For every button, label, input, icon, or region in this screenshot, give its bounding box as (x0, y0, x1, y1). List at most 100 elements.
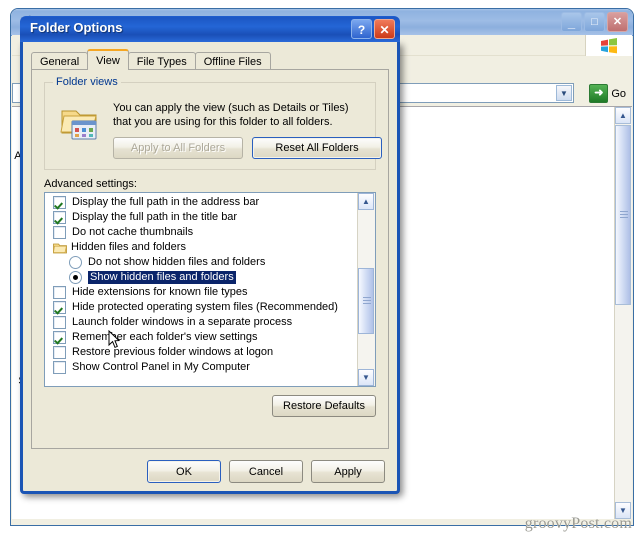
apply-to-all-folders-label: Apply to All Folders (130, 142, 226, 154)
go-arrow-icon: ➜ (589, 84, 609, 103)
close-button[interactable]: ✕ (607, 12, 628, 32)
tab-general[interactable]: General (31, 52, 89, 70)
watermark: groovyPost.com (524, 515, 632, 532)
view-tab-page: Folder views You can apply the view (suc… (31, 69, 389, 449)
folder-options-dialog: Folder Options ? ✕ General View File Typ… (20, 16, 400, 494)
tab-view[interactable]: View (87, 49, 129, 70)
tab-offline-files[interactable]: Offline Files (194, 52, 271, 70)
windows-flag-logo (585, 35, 632, 56)
apply-button[interactable]: Apply (311, 460, 385, 483)
list-item[interactable]: Hide extensions for known file types (45, 285, 357, 300)
cancel-label: Cancel (248, 465, 284, 478)
tab-label: Offline Files (203, 55, 262, 68)
list-item[interactable]: Remember each folder's view settings (45, 330, 357, 345)
list-item-label: Hidden files and folders (71, 241, 186, 253)
list-item[interactable]: Hidden files and folders (45, 240, 357, 255)
advanced-settings-label: Advanced settings: (44, 178, 137, 190)
folder-views-legend: Folder views (53, 76, 121, 88)
scrollbar-thumb[interactable] (615, 125, 631, 305)
list-item-label: Display the full path in the address bar (72, 196, 260, 208)
checkbox-icon[interactable] (53, 301, 66, 314)
go-button[interactable]: ➜ Go (589, 84, 626, 103)
reset-all-folders-label: Reset All Folders (275, 142, 359, 154)
radio-icon[interactable] (69, 256, 82, 269)
dialog-tabs: General View File Types Offline Files (31, 49, 271, 70)
list-item-label: Remember each folder's view settings (72, 331, 258, 343)
tab-label: General (40, 55, 80, 68)
list-item-label: Launch folder windows in a separate proc… (72, 316, 293, 328)
list-item-label: Restore previous folder windows at logon (72, 346, 274, 358)
list-item[interactable]: Display the full path in the title bar (45, 210, 357, 225)
close-icon: ✕ (612, 16, 623, 28)
scroll-up-icon[interactable]: ▲ (358, 193, 374, 210)
question-mark-icon: ? (357, 23, 366, 37)
dialog-help-button[interactable]: ? (351, 19, 372, 39)
scroll-up-icon[interactable]: ▲ (615, 107, 631, 124)
advanced-settings-items: Display the full path in the address bar… (45, 195, 357, 375)
scrollbar-grip-icon (363, 297, 371, 305)
list-item[interactable]: Restore previous folder windows at logon (45, 345, 357, 360)
restore-defaults-button[interactable]: Restore Defaults (272, 395, 376, 417)
maximize-button[interactable]: □ (584, 12, 605, 32)
dialog-titlebar[interactable]: Folder Options ? ✕ (20, 16, 400, 42)
tab-label: File Types (136, 55, 187, 68)
checkbox-icon[interactable] (53, 226, 66, 239)
folder-views-group: Folder views You can apply the view (suc… (44, 76, 382, 170)
checkbox-icon[interactable] (53, 361, 66, 374)
tab-label: View (96, 54, 120, 67)
chevron-down-icon[interactable]: ▼ (556, 85, 572, 101)
list-item[interactable]: Do not cache thumbnails (45, 225, 357, 240)
restore-defaults-label: Restore Defaults (283, 400, 365, 412)
minimize-icon: _ (567, 15, 576, 30)
folder-icon (53, 242, 67, 254)
checkbox-icon[interactable] (53, 316, 66, 329)
folder-view-icon (59, 105, 101, 143)
checkbox-icon[interactable] (53, 211, 66, 224)
checkbox-icon[interactable] (53, 346, 66, 359)
minimize-button[interactable]: _ (561, 12, 582, 32)
dialog-close-button[interactable]: ✕ (374, 19, 395, 39)
advanced-settings-scrollbar[interactable]: ▲ ▼ (357, 193, 375, 386)
list-item-label: Show Control Panel in My Computer (72, 361, 250, 373)
folder-views-description: You can apply the view (such as Details … (113, 102, 349, 128)
scrollbar-thumb[interactable] (358, 268, 374, 334)
scrollbar-grip-icon (620, 211, 628, 219)
checkbox-icon[interactable] (53, 331, 66, 344)
control-panel-scrollbar[interactable]: ▲ ▼ (614, 107, 632, 519)
mouse-cursor-icon (108, 329, 121, 349)
maximize-icon: □ (591, 16, 598, 28)
list-item[interactable]: Display the full path in the address bar (45, 195, 357, 210)
apply-to-all-folders-button[interactable]: Apply to All Folders (113, 137, 243, 159)
advanced-settings-listbox[interactable]: Display the full path in the address bar… (44, 192, 376, 387)
folder-views-buttons: Apply to All Folders Reset All Folders (113, 137, 382, 159)
scroll-down-icon[interactable]: ▼ (358, 369, 374, 386)
apply-label: Apply (334, 465, 362, 478)
list-item[interactable]: Hide protected operating system files (R… (45, 300, 357, 315)
list-item-label: Do not show hidden files and folders (88, 256, 266, 268)
control-panel-window-buttons: _ □ ✕ (561, 12, 628, 32)
list-item-label: Do not cache thumbnails (72, 226, 194, 238)
ok-button[interactable]: OK (147, 460, 221, 483)
tab-file-types[interactable]: File Types (127, 52, 196, 70)
list-item[interactable]: Show Control Panel in My Computer (45, 360, 357, 375)
go-label: Go (611, 87, 626, 100)
list-item[interactable]: Launch folder windows in a separate proc… (45, 315, 357, 330)
checkbox-icon[interactable] (53, 196, 66, 209)
list-item-label: Show hidden files and folders (88, 271, 236, 284)
dialog-title: Folder Options (30, 20, 123, 35)
list-item[interactable]: Show hidden files and folders (45, 270, 357, 285)
list-item-label: Display the full path in the title bar (72, 211, 238, 223)
screenshot-root: Control Panel _ □ ✕ (0, 0, 640, 534)
list-item[interactable]: Do not show hidden files and folders (45, 255, 357, 270)
list-item-label: Hide extensions for known file types (72, 286, 248, 298)
ok-label: OK (176, 465, 192, 478)
restore-defaults-wrapper: Restore Defaults (272, 395, 376, 417)
radio-icon[interactable] (69, 271, 82, 284)
dialog-footer: OK Cancel Apply (23, 460, 397, 484)
dialog-window-buttons: ? ✕ (351, 19, 395, 39)
close-icon: ✕ (379, 23, 390, 37)
checkbox-icon[interactable] (53, 286, 66, 299)
cancel-button[interactable]: Cancel (229, 460, 303, 483)
reset-all-folders-button[interactable]: Reset All Folders (252, 137, 382, 159)
list-item-label: Hide protected operating system files (R… (72, 301, 338, 313)
